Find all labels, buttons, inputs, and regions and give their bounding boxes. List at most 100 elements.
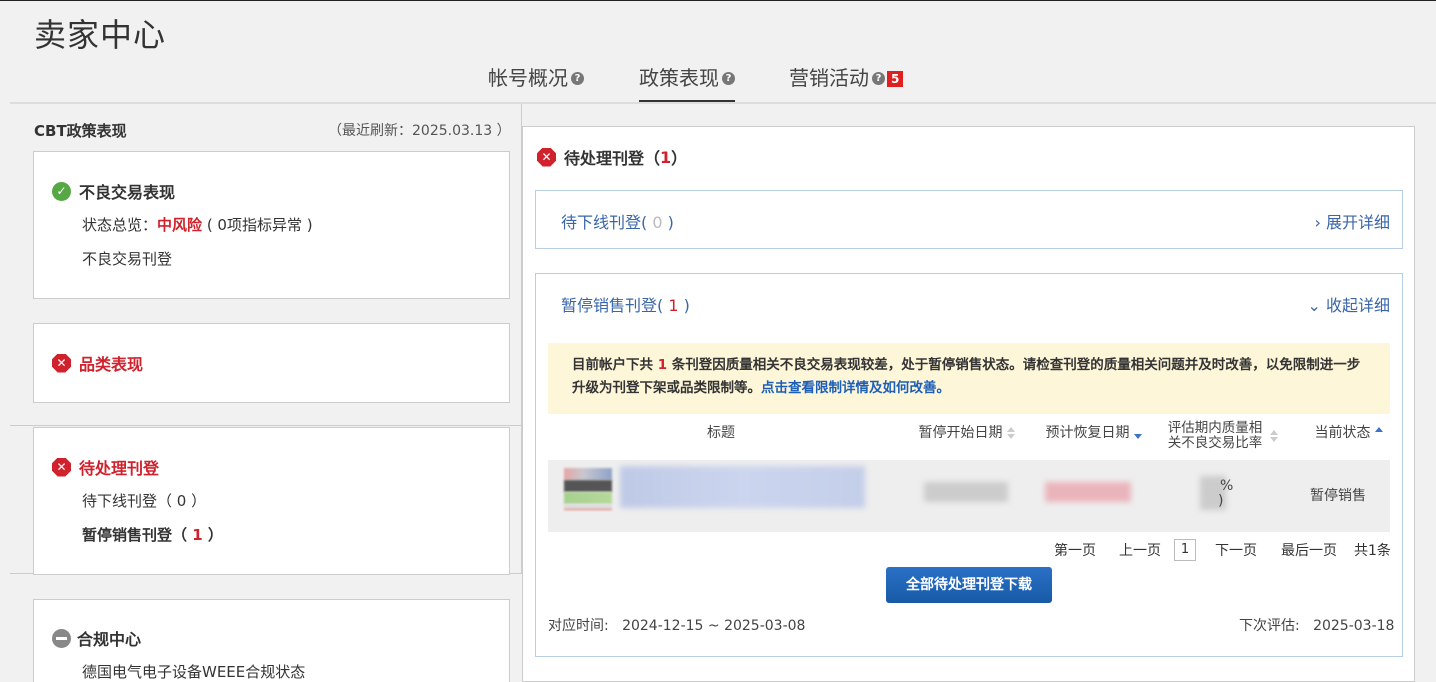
- status-label: 状态总览：: [82, 216, 158, 234]
- status-overview: 状态总览：中风险 ( 0项指标异常 ): [82, 214, 313, 235]
- bad-trade-listing-link[interactable]: 不良交易刊登: [82, 248, 172, 269]
- pending-offline-link[interactable]: 待下线刊登（ 0 ）: [82, 490, 206, 511]
- col-header-suspend-start[interactable]: 暂停开始日期: [912, 422, 1022, 442]
- offline-label: 待下线刊登(: [561, 213, 648, 232]
- download-all-button[interactable]: 全部待处理刊登下载: [886, 567, 1052, 603]
- expand-details-button[interactable]: › 展开详细: [1314, 209, 1390, 233]
- tab-account-overview[interactable]: 帐号概况 ?: [488, 58, 584, 104]
- ratio-percent: %: [1220, 478, 1234, 494]
- notification-badge: 5: [887, 71, 904, 87]
- chevron-down-icon: ⌄: [1307, 296, 1321, 315]
- suspension-notice: 目前帐户下共 1 条刊登因质量相关不良交易表现较差，处于暂停销售状态。请检查刊登…: [548, 343, 1390, 414]
- total-count: 共1条: [1354, 543, 1391, 559]
- suspend-count: 1: [663, 296, 684, 315]
- help-icon[interactable]: ?: [722, 72, 735, 85]
- table-row[interactable]: % ) 暂停销售: [548, 460, 1390, 532]
- header-label: 评估期内质量相关不良交易比率: [1167, 420, 1263, 451]
- offline-close: ): [667, 213, 674, 232]
- col-header-title: 标题: [707, 425, 735, 441]
- period-label: 对应时间:: [548, 618, 609, 634]
- weee-compliance-link[interactable]: 德国电气电子设备WEEE合规状态: [82, 661, 305, 682]
- suspend-close: ）: [202, 526, 223, 544]
- collapse-label: 收起详细: [1325, 296, 1390, 315]
- category-header[interactable]: ✕ 品类表现: [52, 351, 143, 375]
- next-eval-info: 下次评估: 2025-03-18: [1239, 615, 1394, 635]
- tab-marketing[interactable]: 营销活动 ? 5: [789, 58, 904, 104]
- error-icon: ✕: [52, 457, 71, 477]
- notice-count: 1: [657, 357, 668, 373]
- period-info: 对应时间: 2024-12-15 ~ 2025-03-08: [548, 615, 805, 635]
- next-page-button[interactable]: 下一页: [1215, 540, 1257, 560]
- tab-label: 营销活动: [789, 66, 869, 90]
- tab-policy-performance[interactable]: 政策表现 ?: [639, 58, 735, 103]
- pending-header[interactable]: ✕ 待处理刊登: [52, 455, 159, 479]
- page-title: 卖家中心: [34, 16, 167, 54]
- expected-restore-redacted: [1045, 482, 1131, 502]
- bad-trade-header[interactable]: ✓ 不良交易表现: [52, 179, 175, 203]
- error-icon: ✕: [52, 353, 71, 373]
- header-label: 暂停开始日期: [918, 425, 1003, 441]
- improvement-details-link[interactable]: 点击查看限制详情及如何改善。: [761, 380, 950, 396]
- tab-label: 政策表现: [639, 66, 719, 90]
- offline-title[interactable]: 待下线刊登( 0 ): [561, 209, 674, 233]
- expand-label: 展开详细: [1325, 213, 1390, 232]
- risk-level: 中风险: [157, 216, 203, 234]
- compliance-title: 合规中心: [77, 630, 142, 649]
- refresh-time: （最近刷新：2025.03.13 ）: [328, 123, 511, 139]
- error-icon: ✕: [537, 147, 556, 167]
- product-title-redacted[interactable]: [620, 466, 865, 508]
- pending-listings-panel: ✕ 待处理刊登 （ 1 ） 待下线刊登( 0 ) › 展开详细 暂停销售刊登( …: [522, 126, 1415, 682]
- bad-trade-title: 不良交易表现: [79, 183, 176, 202]
- title-close: ）: [671, 149, 688, 168]
- bad-trade-card: ✓ 不良交易表现 状态总览：中风险 ( 0项指标异常 ) 不良交易刊登: [33, 151, 510, 299]
- panel-title: ✕ 待处理刊登 （ 1 ）: [537, 145, 687, 169]
- notice-text: 目前帐户下共: [572, 357, 658, 373]
- minus-circle-icon: [52, 628, 71, 648]
- panel-count: 1: [660, 147, 672, 167]
- title-open: （: [644, 149, 661, 168]
- offline-section: 待下线刊登( 0 ) › 展开详细: [535, 190, 1403, 249]
- col-header-bad-ratio[interactable]: 评估期内质量相关不良交易比率: [1164, 421, 1286, 451]
- left-panel-title: CBT政策表现: [34, 122, 127, 140]
- suspend-start-redacted: [924, 482, 1008, 502]
- sort-desc-icon: [1133, 427, 1143, 439]
- top-border: [0, 0, 1436, 1]
- next-eval-value: 2025-03-18: [1313, 618, 1395, 634]
- sort-asc-icon: [1374, 427, 1384, 439]
- check-circle-icon: ✓: [52, 181, 71, 201]
- row-status: 暂停销售: [1310, 488, 1366, 504]
- last-page-button[interactable]: 最后一页: [1281, 540, 1337, 560]
- compliance-card: 合规中心 德国电气电子设备WEEE合规状态: [33, 599, 510, 682]
- collapse-details-button[interactable]: ⌄ 收起详细: [1307, 292, 1390, 316]
- header-label: 预计恢复日期: [1045, 425, 1130, 441]
- offline-count: 0: [647, 213, 668, 232]
- suspend-count: 1: [192, 526, 203, 544]
- sort-icon: [1270, 430, 1279, 442]
- pending-suspend-link[interactable]: 暂停销售刊登（ 1 ）: [82, 524, 223, 545]
- chevron-right-icon: ›: [1314, 213, 1321, 232]
- help-icon[interactable]: ?: [571, 72, 584, 85]
- compliance-header[interactable]: 合规中心: [52, 626, 141, 650]
- panel-title-text: 待处理刊登: [564, 149, 645, 168]
- first-page-button[interactable]: 第一页: [1054, 540, 1096, 560]
- page-number-input[interactable]: 1: [1174, 539, 1196, 561]
- period-value: 2024-12-15 ~ 2025-03-08: [622, 618, 806, 634]
- status-note: ( 0项指标异常 ): [206, 216, 313, 234]
- help-icon[interactable]: ?: [872, 72, 885, 85]
- suspend-label: 暂停销售刊登(: [561, 296, 664, 315]
- pending-card: ✕ 待处理刊登 待下线刊登（ 0 ） 暂停销售刊登（ 1 ）: [33, 427, 510, 575]
- prev-page-button[interactable]: 上一页: [1119, 540, 1161, 560]
- suspend-title[interactable]: 暂停销售刊登( 1 ): [561, 292, 690, 316]
- tab-bar: 帐号概况 ? 政策表现 ? 营销活动 ? 5: [0, 58, 1436, 104]
- sort-icon: [1006, 427, 1016, 439]
- col-header-current-status[interactable]: 当前状态: [1304, 422, 1394, 442]
- tab-label: 帐号概况: [488, 66, 568, 90]
- suspend-close: ): [683, 296, 690, 315]
- suspend-label: 暂停销售刊登（: [82, 526, 193, 544]
- next-eval-label: 下次评估:: [1239, 618, 1300, 634]
- product-thumbnail[interactable]: [564, 468, 612, 514]
- col-header-expected-restore[interactable]: 预计恢复日期: [1039, 422, 1149, 442]
- category-card: ✕ 品类表现: [33, 323, 510, 403]
- notice-text: 条刊登因质量相关不良交易表现较差，处于暂停销售状态。请检查刊登的质量相关问题并及…: [572, 357, 1361, 396]
- header-label: 当前状态: [1314, 425, 1371, 441]
